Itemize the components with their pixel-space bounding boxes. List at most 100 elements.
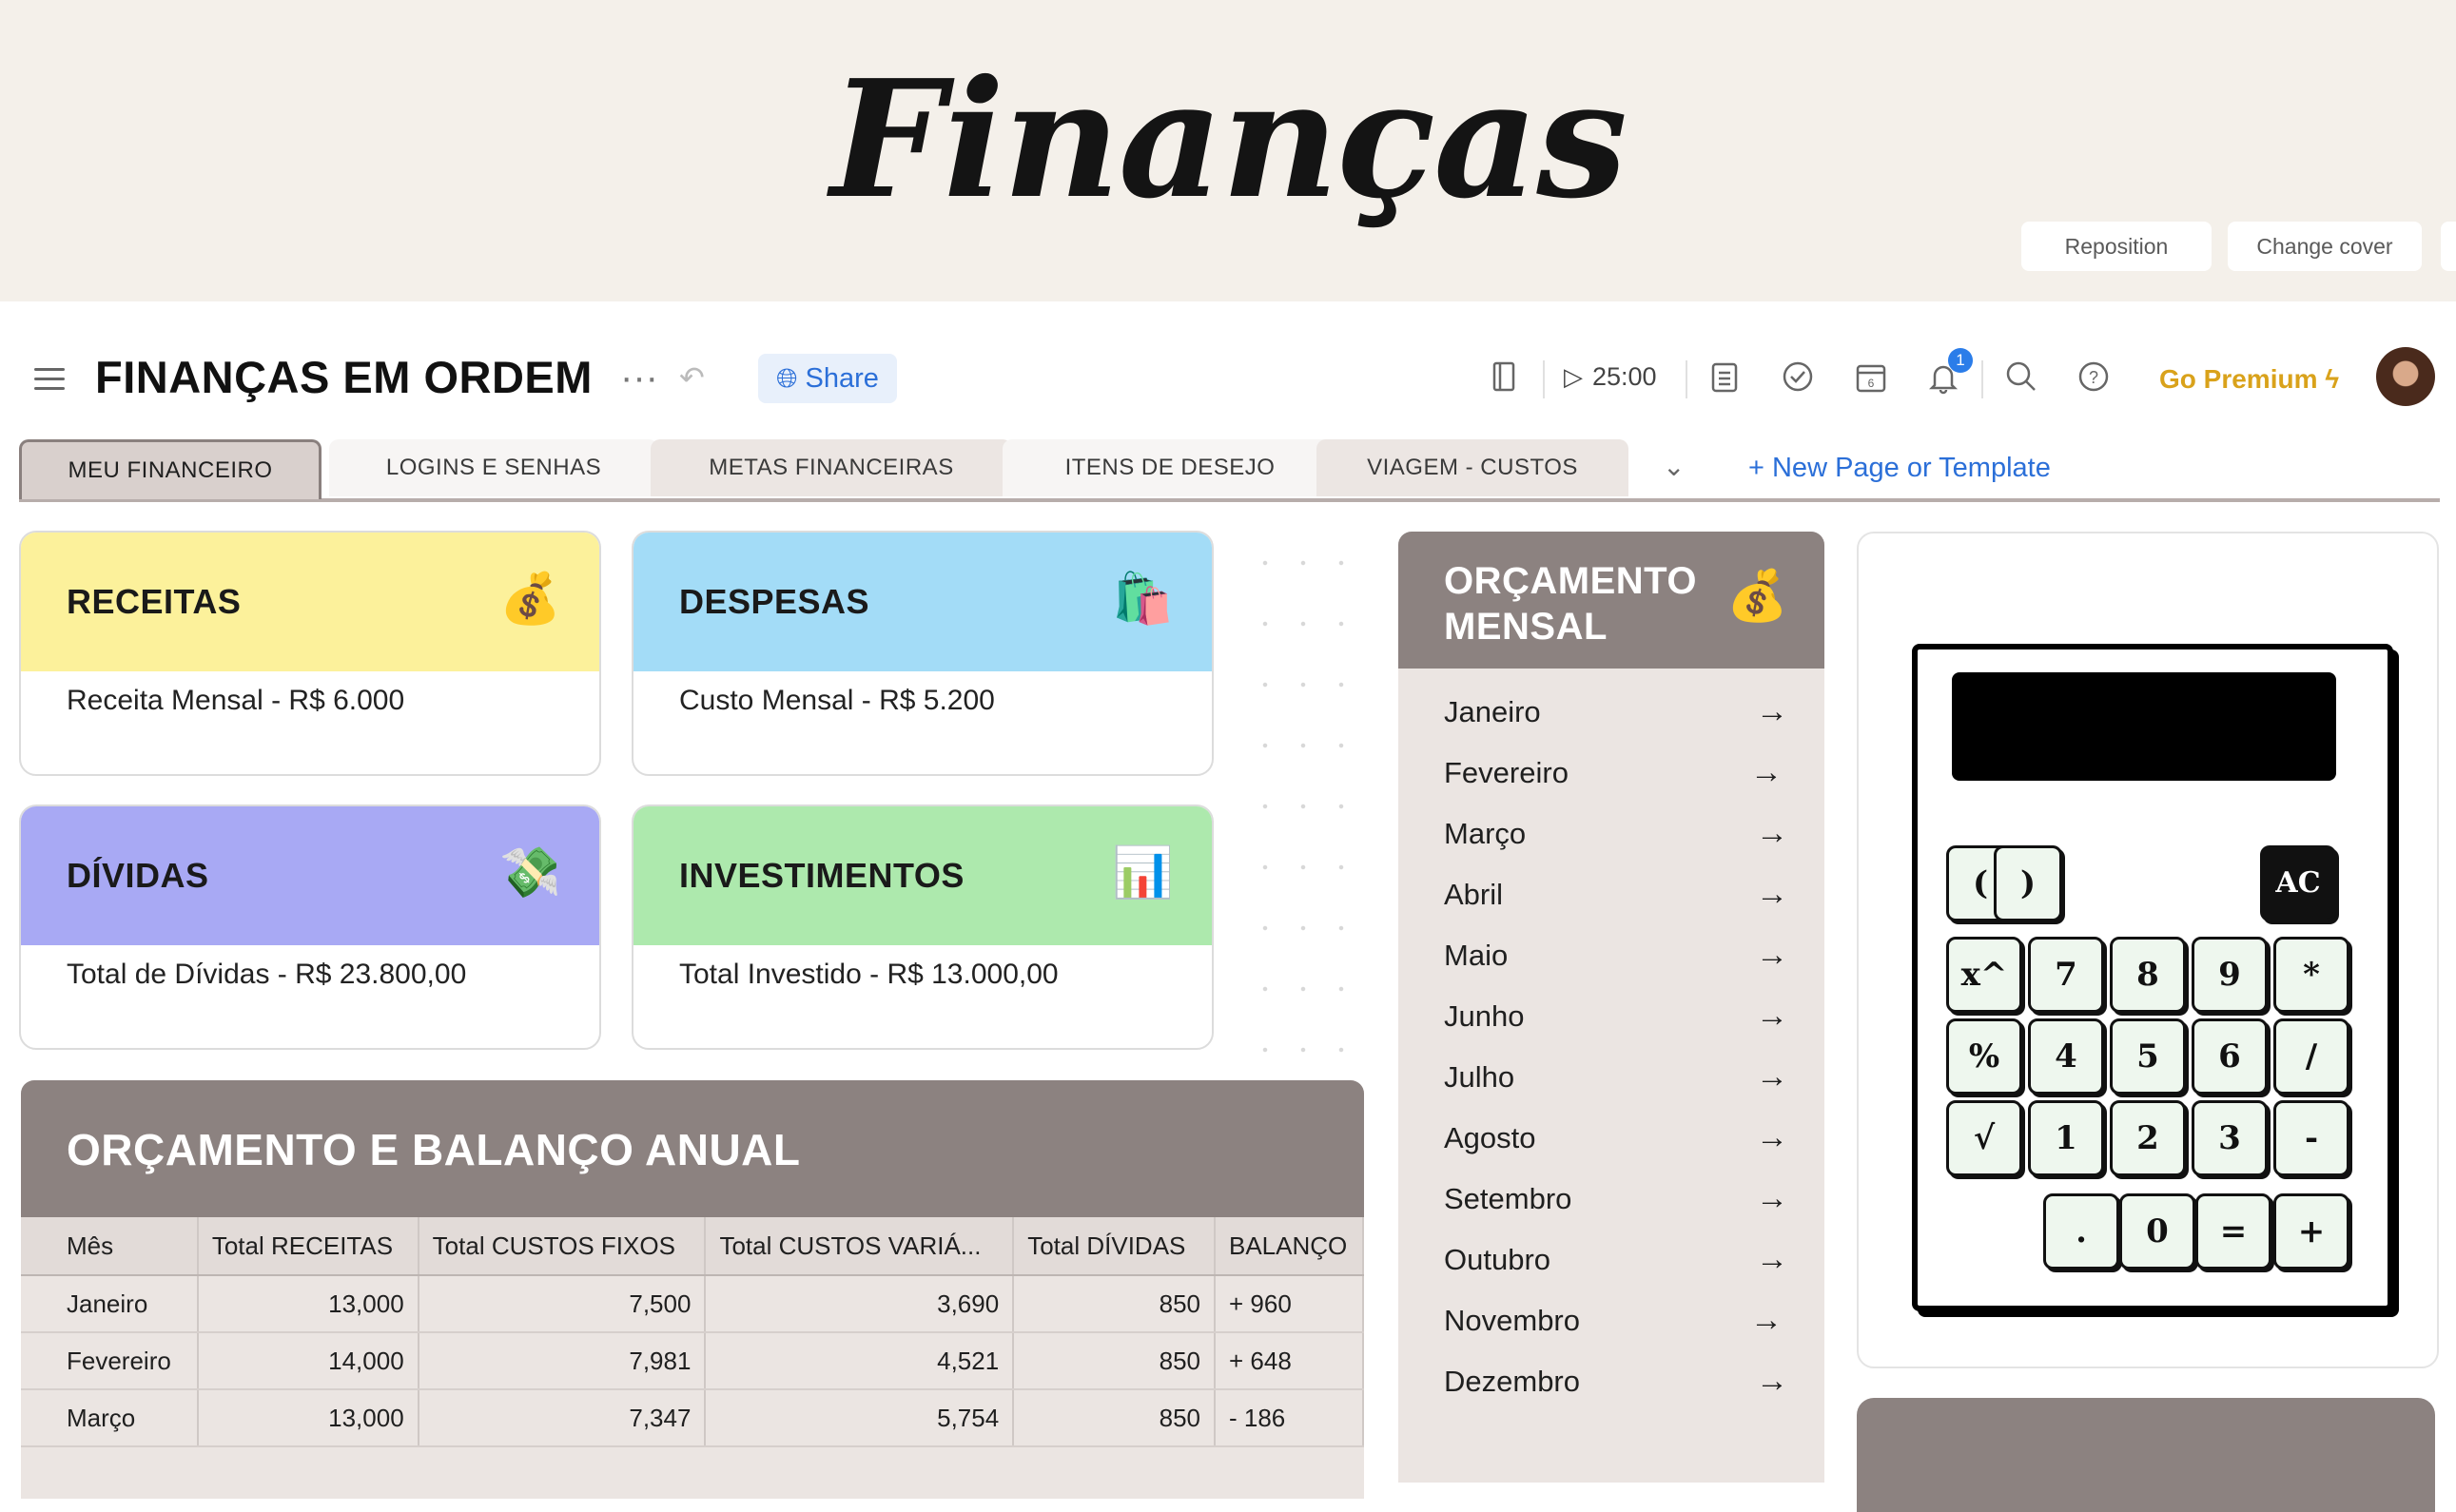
arrow-right-icon: → <box>1756 876 1788 912</box>
month-row[interactable]: Fevereiro → <box>1444 754 1805 804</box>
month-row[interactable]: Setembro → <box>1444 1180 1805 1230</box>
arrow-right-icon: → <box>1756 1119 1788 1155</box>
month-label: Julho <box>1444 1060 1515 1094</box>
divide-key[interactable]: / <box>2273 1018 2349 1095</box>
avatar[interactable] <box>2376 347 2435 406</box>
annual-title: ORÇAMENTO E BALANÇO ANUAL <box>67 1125 801 1174</box>
menu-icon[interactable] <box>34 368 65 391</box>
despesas-title: DESPESAS <box>679 582 870 621</box>
tab-logins-e-senhas[interactable]: LOGINS E SENHAS <box>329 439 658 496</box>
calculator-display <box>1952 672 2336 781</box>
receitas-text: Receita Mensal - R$ 6.000 <box>67 685 405 716</box>
new-page-button[interactable]: + New Page or Template <box>1748 453 2051 484</box>
table-cell: 13,000 <box>197 1389 419 1447</box>
month-row[interactable]: Novembro → <box>1444 1302 1805 1351</box>
monthly-budget-header: ORÇAMENTO MENSAL 💰 <box>1398 532 1824 669</box>
timer-value: 25:00 <box>1592 362 1657 391</box>
dividas-card[interactable]: DÍVIDAS 💸 Total de Dívidas - R$ 23.800,0… <box>19 804 601 1050</box>
despesas-card[interactable]: DESPESAS 🛍️ Custo Mensal - R$ 5.200 <box>632 531 1214 776</box>
lightning-icon: ϟ <box>2325 364 2340 394</box>
month-row[interactable]: Maio → <box>1444 937 1805 986</box>
more-options-icon[interactable]: ··· <box>620 359 658 397</box>
calendar-icon[interactable]: 6 <box>1855 360 1887 398</box>
column-header[interactable]: Total RECEITAS <box>197 1217 419 1276</box>
toolbar-divider <box>1981 360 1983 398</box>
month-row[interactable]: Janeiro → <box>1444 693 1805 743</box>
svg-text:6: 6 <box>1868 377 1875 390</box>
receitas-card[interactable]: RECEITAS 💰 Receita Mensal - R$ 6.000 <box>19 531 601 776</box>
multiply-key[interactable]: * <box>2273 937 2349 1013</box>
five-key[interactable]: 5 <box>2110 1018 2186 1095</box>
tab-viagem-custos[interactable]: VIAGEM - CUSTOS <box>1316 439 1628 496</box>
close-paren-key[interactable]: ) <box>1994 845 2062 921</box>
table-cell: Janeiro <box>21 1275 199 1333</box>
table-cell: 850 <box>1013 1275 1216 1333</box>
sqrt-key[interactable]: √ <box>1946 1100 2022 1176</box>
month-row[interactable]: Abril → <box>1444 876 1805 925</box>
decimal-key[interactable]: . <box>2043 1193 2119 1270</box>
arrow-right-icon: → <box>1750 1302 1783 1338</box>
cover-banner: Finanças Reposition Change cover <box>0 0 2456 301</box>
month-row[interactable]: Junho → <box>1444 998 1805 1047</box>
percent-key[interactable]: % <box>1946 1018 2022 1095</box>
share-button[interactable]: 🌐︎ Share <box>758 354 897 403</box>
table-row[interactable]: Fevereiro 14,000 7,981 4,521 850 + 648 <box>21 1332 1364 1390</box>
arrow-right-icon: → <box>1756 1058 1788 1095</box>
seven-key[interactable]: 7 <box>2028 937 2104 1013</box>
table-row[interactable]: Janeiro 13,000 7,500 3,690 850 + 960 <box>21 1275 1364 1333</box>
power-key[interactable]: x^ <box>1946 937 2022 1013</box>
check-circle-icon[interactable] <box>1782 360 1814 398</box>
month-label: Outubro <box>1444 1243 1551 1276</box>
column-header[interactable]: Total CUSTOS FIXOS <box>418 1217 707 1276</box>
table-cell: + 960 <box>1215 1275 1364 1333</box>
nine-key[interactable]: 9 <box>2192 937 2268 1013</box>
search-icon[interactable] <box>2005 360 2037 398</box>
arrow-right-icon: → <box>1756 815 1788 851</box>
two-key[interactable]: 2 <box>2110 1100 2186 1176</box>
undo-icon[interactable]: ↶ <box>679 362 705 393</box>
notes-icon[interactable] <box>1710 360 1739 398</box>
month-row[interactable]: Março → <box>1444 815 1805 864</box>
month-row[interactable]: Dezembro → <box>1444 1363 1805 1412</box>
plus-key[interactable]: + <box>2273 1193 2349 1270</box>
table-row[interactable]: Março 13,000 7,347 5,754 850 - 186 <box>21 1389 1364 1447</box>
cover-more-button[interactable] <box>2441 222 2456 271</box>
zero-key[interactable]: 0 <box>2119 1193 2195 1270</box>
change-cover-button[interactable]: Change cover <box>2228 222 2422 271</box>
month-label: Março <box>1444 817 1527 850</box>
all-clear-key[interactable]: AC <box>2260 845 2336 921</box>
reposition-button[interactable]: Reposition <box>2021 222 2212 271</box>
month-row[interactable]: Outubro → <box>1444 1241 1805 1290</box>
play-icon: ▷ <box>1564 362 1583 391</box>
one-key[interactable]: 1 <box>2028 1100 2104 1176</box>
tab-metas-financeiras[interactable]: METAS FINANCEIRAS <box>651 439 1012 496</box>
eight-key[interactable]: 8 <box>2110 937 2186 1013</box>
month-label: Janeiro <box>1444 695 1541 728</box>
column-header[interactable]: Total DÍVIDAS <box>1013 1217 1216 1276</box>
go-premium-link[interactable]: Go Premium ϟ <box>2159 364 2339 395</box>
book-icon[interactable] <box>1491 360 1518 398</box>
column-header[interactable]: Mês <box>21 1217 199 1276</box>
column-header[interactable]: BALANÇO <box>1215 1217 1364 1276</box>
six-key[interactable]: 6 <box>2192 1018 2268 1095</box>
investimentos-card-header: INVESTIMENTOS 📊 <box>633 806 1212 945</box>
monthly-budget-panel: ORÇAMENTO MENSAL 💰 Janeiro → Fevereiro → Mar… <box>1398 532 1824 1483</box>
arrow-right-icon: → <box>1756 1241 1788 1277</box>
four-key[interactable]: 4 <box>2028 1018 2104 1095</box>
arrow-right-icon: → <box>1750 754 1783 790</box>
table-header-row: Mês Total RECEITAS Total CUSTOS FIXOS To… <box>21 1217 1364 1276</box>
month-row[interactable]: Agosto → <box>1444 1119 1805 1169</box>
column-header[interactable]: Total CUSTOS VARIÁ... <box>705 1217 1015 1276</box>
three-key[interactable]: 3 <box>2192 1100 2268 1176</box>
tab-itens-de-desejo[interactable]: ITENS DE DESEJO <box>1003 439 1337 496</box>
investimentos-card[interactable]: INVESTIMENTOS 📊 Total Investido - R$ 13.… <box>632 804 1214 1050</box>
timer[interactable]: ▷ 25:00 <box>1564 362 1657 392</box>
chevron-down-icon[interactable]: ⌄ <box>1663 451 1685 482</box>
help-icon[interactable]: ? <box>2077 360 2110 398</box>
arrow-right-icon: → <box>1756 1180 1788 1216</box>
month-row[interactable]: Julho → <box>1444 1058 1805 1108</box>
tab-meu-financeiro[interactable]: MEU FINANCEIRO <box>19 439 322 499</box>
minus-key[interactable]: - <box>2273 1100 2349 1176</box>
go-premium-label: Go Premium <box>2159 364 2318 394</box>
equals-key[interactable]: = <box>2195 1193 2271 1270</box>
